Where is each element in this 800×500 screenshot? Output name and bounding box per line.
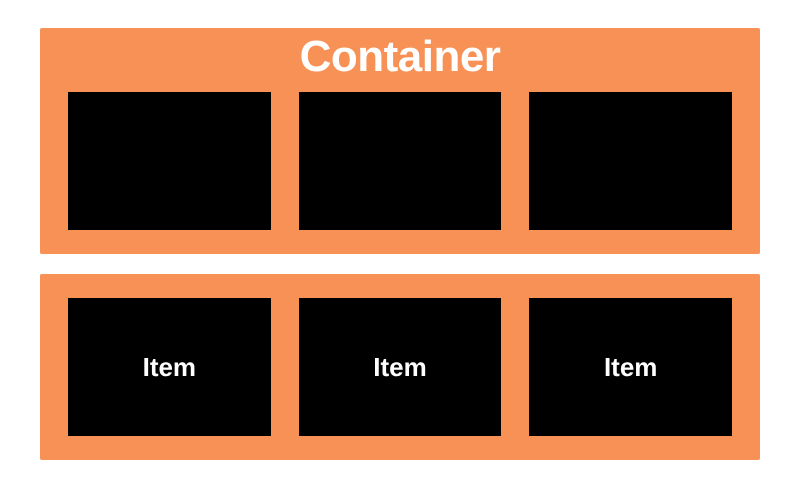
item-label: Item	[143, 352, 196, 383]
top-item-3	[529, 92, 732, 230]
bottom-item-2: Item	[299, 298, 502, 436]
container-title: Container	[68, 28, 732, 92]
item-label: Item	[604, 352, 657, 383]
item-label: Item	[373, 352, 426, 383]
top-container: Container	[40, 28, 760, 254]
top-item-1	[68, 92, 271, 230]
bottom-items-row: Item Item Item	[68, 298, 732, 436]
top-items-row	[68, 92, 732, 230]
bottom-container: Item Item Item	[40, 274, 760, 460]
top-item-2	[299, 92, 502, 230]
bottom-item-3: Item	[529, 298, 732, 436]
bottom-item-1: Item	[68, 298, 271, 436]
